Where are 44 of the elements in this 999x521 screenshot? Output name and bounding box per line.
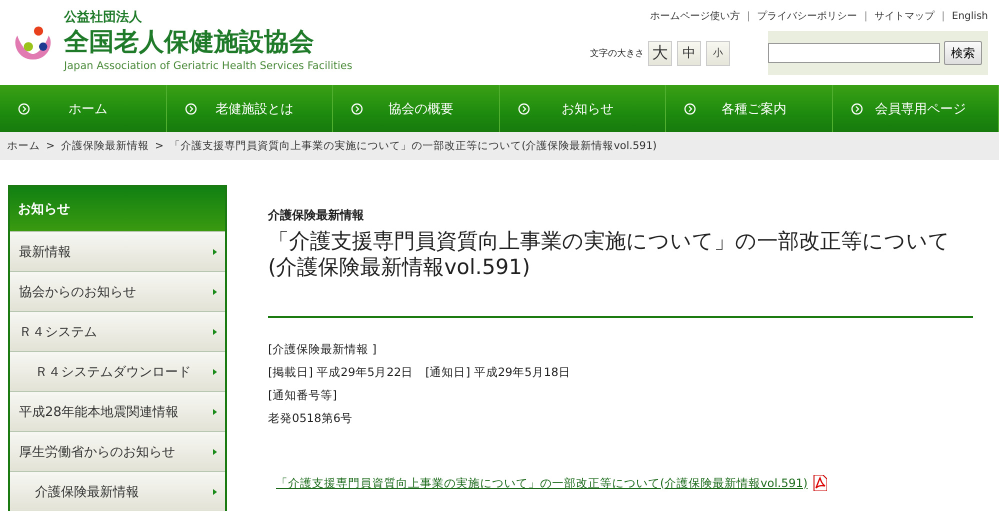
chevron-icon (213, 448, 217, 454)
breadcrumb-current: 「介護支援専門員資質向上事業の実施について」の一部改正等について(介護保険最新情報vol.591) (170, 139, 657, 153)
article-meta: [介護保険最新情報 ] (268, 341, 378, 358)
chevron-icon (213, 288, 217, 294)
sidebar-item[interactable]: Ｒ４システム (10, 311, 225, 351)
link-separator: | (746, 10, 750, 22)
article-title: 「介護支援専門員資質向上事業の実施について」の一部改正等について(介護保険最新情報vol.591) (268, 228, 951, 280)
breadcrumb-link[interactable]: 介護保険最新情報 (60, 139, 149, 153)
sidebar-item[interactable]: Ｒ４システムダウンロード (10, 351, 225, 391)
font-size-button[interactable]: 小 (706, 40, 730, 66)
search-field[interactable] (768, 43, 940, 63)
org-name: 全国老人保健施設協会 (64, 26, 315, 58)
sidebar-item[interactable]: 協会からのお知らせ (10, 271, 225, 311)
sidebar-item[interactable]: 介護保険最新情報 (10, 471, 225, 511)
font-size-label: 文字の大きさ (590, 48, 644, 60)
font-size-button[interactable]: 大 (648, 40, 672, 66)
search-button[interactable]: 検索 (944, 41, 982, 65)
sidebar-item[interactable]: 平成28年能本地震関連情報 (10, 391, 225, 431)
link-separator: | (942, 10, 945, 22)
sidebar-item[interactable]: 厚生労働省からのお知らせ (10, 431, 225, 471)
pdf-icon (812, 475, 827, 491)
sidebar-item[interactable]: 最新情報 (10, 231, 225, 271)
utility-link[interactable]: ホームページ使い方 (650, 9, 740, 23)
chevron-icon (213, 328, 217, 334)
utility-link[interactable]: サイトマップ (874, 9, 935, 23)
font-size-button[interactable]: 中 (677, 40, 701, 66)
org-type: 公益社団法人 (64, 10, 143, 26)
link-separator: | (864, 10, 868, 22)
breadcrumb-separator: > (154, 140, 164, 152)
chevron-icon (213, 368, 217, 374)
breadcrumb-separator: > (46, 140, 55, 152)
article-meta: 老発0518第6号 (268, 410, 354, 427)
article-category: 介護保険最新情報 (268, 207, 365, 224)
utility-link[interactable]: プライバシーポリシー (757, 9, 858, 23)
chevron-icon (213, 408, 217, 414)
breadcrumb-link[interactable]: ホーム (7, 139, 40, 153)
chevron-icon (213, 488, 217, 494)
article-meta: [掲載日] 平成29年5月22日 [通知日] 平成29年5月18日 (268, 364, 572, 381)
org-name-english: Japan Association of Geriatric Health Services Facilities (64, 59, 352, 74)
chevron-icon (213, 248, 217, 254)
article-meta: [通知番号等] (268, 387, 338, 404)
attachment-link[interactable]: 「介護支援専門員資質向上事業の実施について」の一部改正等について(介護保険最新情報vol.591) (276, 476, 808, 490)
utility-link[interactable]: English (952, 10, 988, 22)
sidebar-title: お知らせ (10, 187, 225, 231)
